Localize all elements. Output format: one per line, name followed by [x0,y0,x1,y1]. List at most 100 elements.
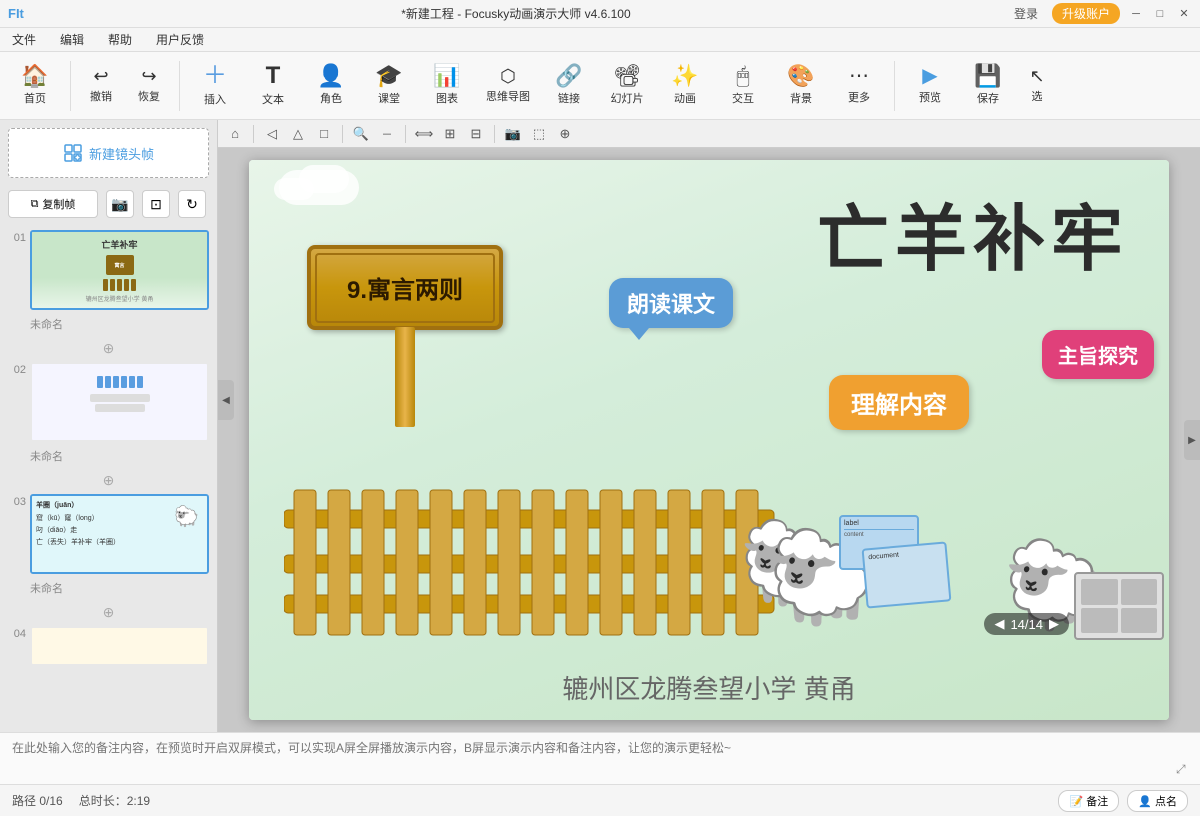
canvas-minus-btn[interactable]: ⊟ [465,123,487,145]
close-button[interactable]: ✕ [1176,6,1192,22]
tool-redo-label: 恢复 [138,88,160,104]
duration-info: 总时长：2:19 [79,792,150,809]
menu-help[interactable]: 帮助 [104,29,136,50]
tool-character[interactable]: 👤 角色 [304,58,358,114]
roll-call-button[interactable]: 👤 点名 [1127,790,1188,812]
prev-page-icon[interactable]: ◀ [994,616,1004,632]
tool-classroom-label: 课堂 [378,90,400,106]
tool-interact[interactable]: 🖱 交互 [716,58,770,114]
canvas-up-btn[interactable]: △ [287,123,309,145]
fit-button[interactable]: ⊡ [142,190,170,218]
notes-expand-button[interactable]: ⤢ [1176,762,1192,778]
tool-redo[interactable]: ↪ 恢复 [127,58,171,114]
bottom-school-text: 辘州区龙腾叁望小学 黄甬 [249,669,1169,706]
tool-more-label: 更多 [848,89,870,105]
next-page-icon[interactable]: ▶ [1049,616,1059,632]
panel-collapse-left[interactable]: ◀ [218,380,234,420]
insert-icon: ＋ [203,64,227,88]
tool-insert[interactable]: ＋ 插入 [188,58,242,114]
canvas-screenshot-btn[interactable]: 📷 [502,123,524,145]
tool-save[interactable]: 💾 保存 [961,58,1015,114]
tool-classroom[interactable]: 🎓 课堂 [362,58,416,114]
tool-text[interactable]: T 文本 [246,58,300,114]
panel-collapse-right[interactable]: ▶ [1184,420,1200,460]
grid-cell-3 [1081,608,1118,634]
tool-link[interactable]: 🔗 链接 [542,58,596,114]
screenshot-button[interactable]: 📷 [106,190,134,218]
menu-bar: 文件 编辑 帮助 用户反馈 [0,28,1200,52]
rotate-button[interactable]: ↻ [178,190,206,218]
tool-background[interactable]: 🎨 背景 [774,58,828,114]
classroom-icon: 🎓 [375,65,402,87]
canvas-main[interactable]: 亡羊补牢 9.寓言两则 朗读课文 [218,148,1200,732]
slide-thumb-2[interactable] [30,362,209,442]
toolbar: 🏠 首页 ↩ 撤销 ↪ 恢复 ＋ 插入 T 文本 👤 角色 🎓 课堂 📊 图表 … [0,52,1200,120]
toolbar-divider-1 [70,61,71,111]
canvas-sep-1 [253,125,254,143]
statusbar-right: 📝 备注 👤 点名 [1058,790,1188,812]
new-frame-button[interactable]: 新建镜头帧 [8,128,209,178]
tool-home[interactable]: 🏠 首页 [8,58,62,114]
bubble-understand: 理解内容 [829,375,969,430]
canvas-add-btn[interactable]: ⊕ [554,123,576,145]
notes-input[interactable] [12,739,1188,779]
collapse-right-icon: ▶ [1188,435,1196,446]
tool-slideshow[interactable]: 📽 幻灯片 [600,58,654,114]
tool-mindmap[interactable]: ⬡ 思维导图 [478,58,538,114]
chart-icon: 📊 [433,65,460,87]
canvas-slide: 亡羊补牢 9.寓言两则 朗读课文 [249,160,1169,720]
canvas-box-btn[interactable]: □ [313,123,335,145]
slide-thumb-4[interactable] [30,626,209,666]
upgrade-button[interactable]: 升级账户 [1052,3,1120,24]
canvas-back-btn[interactable]: ◁ [261,123,283,145]
slide-item-4[interactable]: 04 [0,622,217,670]
canvas-zoomout-btn[interactable]: － [376,123,398,145]
slide-thumb-3[interactable]: 羊圈（juān） 窟（kū）窿（long） 叼（diāo）走 亡（丢失）羊补牢（… [30,494,209,574]
notes-icon: 📝 [1069,796,1083,808]
card-grid [1074,572,1164,640]
copy-icon: ⧉ [31,198,39,211]
copy-frame-button[interactable]: ⧉ 复制帧 [8,190,98,218]
notes-area: ⤢ [0,732,1200,784]
tool-animation[interactable]: ✨ 动画 [658,58,712,114]
mindmap-icon: ⬡ [500,67,516,85]
slide-thumb-1[interactable]: 亡羊补牢 寓言 辘州区龙腾叁望 [30,230,209,310]
menu-feedback[interactable]: 用户反馈 [152,29,208,50]
canvas-fit-btn[interactable]: ⟺ [413,123,435,145]
canvas-frame-btn[interactable]: ⬚ [528,123,550,145]
toolbar-divider-2 [179,61,180,111]
tool-select[interactable]: ↖ 选 [1019,58,1055,114]
canvas-grid-btn[interactable]: ⊞ [439,123,461,145]
titlebar-title: *新建工程 - Focusky动画演示大师 v4.6.100 [24,5,1008,22]
tool-character-label: 角色 [320,90,342,106]
notes-button[interactable]: 📝 备注 [1058,790,1119,812]
maximize-button[interactable]: □ [1152,6,1168,22]
app-logo: FIt [8,6,24,21]
slide-item-2[interactable]: 02 [0,358,217,446]
tool-text-label: 文本 [262,91,284,107]
slide-item-3[interactable]: 03 羊圈（juān） 窟（kū）窿（long） 叼（diāo）走 亡（丢失）羊… [0,490,217,578]
tool-preview[interactable]: ▶ 预览 [903,58,957,114]
status-bar: 路径 0/16 总时长：2:19 📝 备注 👤 点名 [0,784,1200,816]
canvas-sep-4 [494,125,495,143]
menu-file[interactable]: 文件 [8,29,40,50]
slide-label-1: 未命名 [0,314,217,338]
minimize-button[interactable]: ─ [1128,6,1144,22]
slide-num-2: 02 [8,364,26,376]
slide-panel: 新建镜头帧 ⧉ 复制帧 📷 ⊡ ↻ 01 亡羊补牢 寓言 [0,120,218,732]
slide-background: 亡羊补牢 9.寓言两则 朗读课文 [249,160,1169,720]
slide-num-3: 03 [8,496,26,508]
tool-more[interactable]: ⋯ 更多 [832,58,886,114]
tool-undo[interactable]: ↩ 撤销 [79,58,123,114]
canvas-home-btn[interactable]: ⌂ [224,123,246,145]
tool-chart[interactable]: 📊 图表 [420,58,474,114]
grid-cell-2 [1121,579,1158,605]
menu-edit[interactable]: 编辑 [56,29,88,50]
slide-main-title: 亡羊补牢 [817,180,1129,285]
login-button[interactable]: 登录 [1008,3,1044,24]
tool-link-label: 链接 [558,90,580,106]
canvas-zoomin-btn[interactable]: 🔍 [350,123,372,145]
spacer-icon-2: ⊕ [103,472,115,489]
canvas-sep-3 [405,125,406,143]
slide-item-1[interactable]: 01 亡羊补牢 寓言 [0,226,217,314]
